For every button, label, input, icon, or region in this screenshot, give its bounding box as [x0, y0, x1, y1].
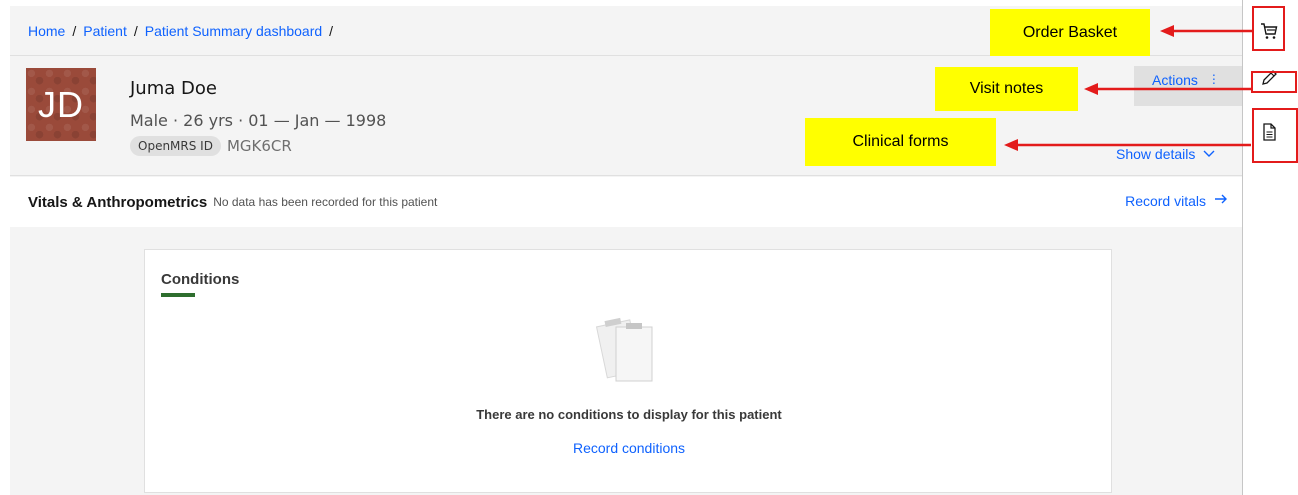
show-details-button[interactable]: Show details: [1116, 146, 1215, 162]
right-action-sidebar: [1242, 0, 1298, 495]
conditions-empty-message: There are no conditions to display for t…: [476, 407, 782, 422]
overflow-menu-icon: ⋮: [1207, 72, 1220, 86]
empty-clipboard-icon: [595, 317, 653, 382]
avatar: JD: [26, 68, 96, 141]
conditions-title: Conditions: [161, 271, 240, 288]
clinical-forms-annotation: Clinical forms: [805, 118, 996, 166]
actions-label: Actions: [1152, 72, 1198, 88]
vitals-header: Vitals & Anthropometrics No data has bee…: [10, 177, 1242, 227]
patient-identifier: OpenMRS ID MGK6CR: [130, 136, 292, 156]
vitals-empty-message: No data has been recorded for this patie…: [213, 195, 438, 209]
breadcrumb-separator: /: [72, 22, 77, 39]
conditions-card: Conditions There are no conditions to di…: [144, 249, 1112, 493]
breadcrumb-separator: /: [133, 22, 138, 39]
show-details-label: Show details: [1116, 146, 1196, 162]
identifier-tag: OpenMRS ID: [130, 136, 221, 156]
visit-notes-highlight: [1251, 71, 1297, 93]
actions-button[interactable]: Actions ⋮: [1134, 66, 1242, 106]
conditions-title-underline: [161, 293, 195, 297]
patient-name: Juma Doe: [130, 78, 217, 99]
breadcrumb-patient[interactable]: Patient: [83, 23, 127, 39]
chevron-down-icon: [1203, 150, 1215, 157]
patient-demographics: Male · 26 yrs · 01 — Jan — 1998: [130, 111, 387, 130]
clinical-forms-highlight: [1252, 108, 1298, 163]
identifier-value: MGK6CR: [226, 137, 292, 155]
record-vitals-label: Record vitals: [1125, 193, 1206, 209]
arrow-right-icon: [1215, 194, 1227, 204]
vitals-title: Vitals & Anthropometrics: [28, 193, 208, 211]
breadcrumb-separator: /: [329, 22, 334, 39]
breadcrumb-home[interactable]: Home: [28, 23, 65, 39]
record-vitals-link[interactable]: Record vitals: [1125, 193, 1228, 209]
order-basket-highlight: [1252, 6, 1285, 51]
visit-notes-annotation: Visit notes: [935, 67, 1078, 111]
record-conditions-link[interactable]: Record conditions: [145, 440, 1113, 456]
order-basket-annotation: Order Basket: [990, 9, 1150, 56]
breadcrumb-patient-summary[interactable]: Patient Summary dashboard: [145, 23, 322, 39]
